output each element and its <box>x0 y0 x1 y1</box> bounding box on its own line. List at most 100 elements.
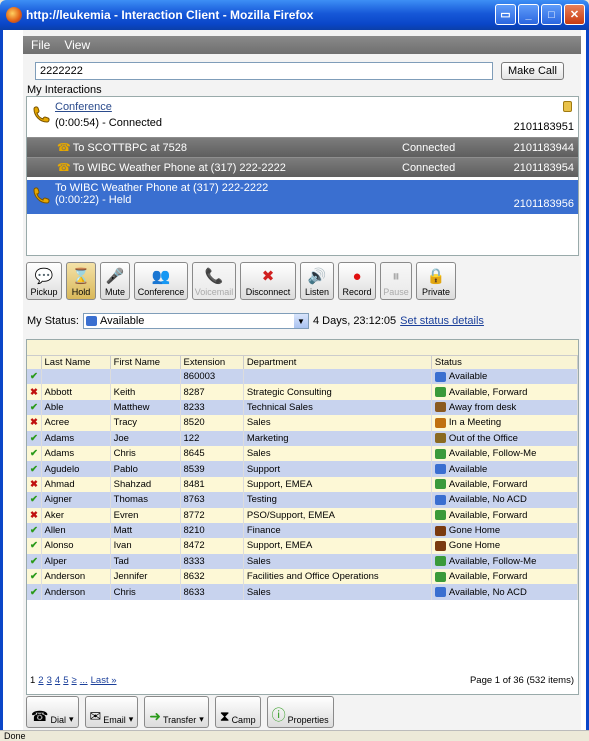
column-header[interactable]: First Name <box>110 356 181 369</box>
status-icon <box>434 387 446 398</box>
check-icon: ✔ <box>27 584 42 600</box>
leg-label: To SCOTTBPC at 7528 <box>72 141 188 154</box>
dial-input[interactable] <box>35 62 493 80</box>
email-button[interactable]: ✉ Email ▾ <box>84 696 139 728</box>
table-row[interactable]: ✔ Alper Tad 8333 Sales Available, Follow-Me <box>27 553 579 570</box>
private-button[interactable]: 🔒 Private <box>416 262 456 300</box>
info-icon: ⓘ <box>271 707 286 723</box>
table-row[interactable]: ✔ Anderson Chris 8633 Sales Available, No ACD <box>27 584 579 600</box>
transfer-button[interactable]: ➜ Transfer ▾ <box>144 696 209 728</box>
pause-icon: ⏸ <box>392 267 400 285</box>
status-text: Gone Home <box>448 525 501 537</box>
chevron-down-icon[interactable]: ▾ <box>69 714 74 725</box>
cell-first: Chris <box>110 584 181 600</box>
voicemail-button[interactable]: 📞 Voicemail <box>192 262 236 300</box>
phone-icon <box>33 187 50 204</box>
mute-button[interactable]: 🎤 Mute <box>100 262 130 300</box>
menu-view[interactable]: View <box>64 38 90 52</box>
table-row[interactable]: ✔ Able Matthew 8233 Technical Sales Away from… <box>27 399 579 416</box>
column-header[interactable] <box>27 356 42 369</box>
status-text: Available, Follow-Me <box>448 448 537 460</box>
chevron-down-icon[interactable]: ▼ <box>293 314 308 328</box>
table-row[interactable]: ✖ Ahmad Shahzad 8481 Support, EMEA Available,… <box>27 476 579 493</box>
available-status-icon <box>85 316 97 326</box>
page-link[interactable]: 2 <box>38 675 43 686</box>
table-row[interactable]: ✔ Anderson Jennifer 8632 Facilities and Offi… <box>27 569 579 585</box>
check-icon: ✔ <box>27 538 42 554</box>
table-row[interactable]: ✖ Abbott Keith 8287 Strategic Consulting Avai… <box>27 384 579 400</box>
cell-dept: Support, EMEA <box>243 538 432 554</box>
status-text: Out of the Office <box>448 432 518 444</box>
properties-button[interactable]: ⓘ Properties <box>266 696 334 728</box>
check-icon: ✔ <box>27 430 42 446</box>
chevron-down-icon[interactable]: ▾ <box>129 714 134 725</box>
phone-icon: ☎ <box>57 142 71 154</box>
pickup-button[interactable]: 💬 Pickup <box>26 262 62 300</box>
status-text: Available, Forward <box>448 571 528 583</box>
page-link[interactable]: ≥ <box>71 675 76 686</box>
interaction-client: File View Make Call My Interactions Conf… <box>23 30 581 730</box>
conference-interaction[interactable]: Conference (0:00:54) - Connected 2101183… <box>27 97 578 137</box>
conference-label: Conference <box>137 287 185 297</box>
table-row[interactable]: ✔ Aigner Thomas 8763 Testing Available, No AC… <box>27 492 579 508</box>
cell-ext: 8233 <box>180 399 244 416</box>
table-row[interactable]: ✔ 860003 Available <box>27 369 579 385</box>
close-button[interactable]: ✕ <box>564 4 585 25</box>
cell-dept: Sales <box>243 415 432 431</box>
maximize-button[interactable]: □ <box>541 4 562 25</box>
pause-button[interactable]: ⏸ Pause <box>380 262 412 300</box>
restore-icon[interactable]: ▭ <box>495 4 516 25</box>
dial-label: Dial <box>50 715 66 725</box>
x-icon: ✖ <box>27 507 42 523</box>
disconnect-button[interactable]: ✖ Disconnect <box>240 262 296 300</box>
status-icon <box>434 464 446 475</box>
cell-first: Tracy <box>110 415 181 431</box>
held-label: To WIBC Weather Phone at (317) 222-2222 <box>55 182 269 194</box>
page-link[interactable]: 3 <box>47 675 52 686</box>
table-row[interactable]: ✖ Acree Tracy 8520 Sales In a Meeting <box>27 415 579 431</box>
status-select[interactable]: Available ▼ <box>82 313 309 329</box>
table-row[interactable]: ✔ Alonso Ivan 8472 Support, EMEA Gone Home <box>27 538 579 554</box>
table-row[interactable]: ✔ Adams Chris 8645 Sales Available, Follow-Me <box>27 445 579 462</box>
make-call-button[interactable]: Make Call <box>501 62 564 80</box>
check-icon: ✔ <box>27 445 42 462</box>
column-header[interactable]: Department <box>243 356 432 369</box>
cell-ext: 8333 <box>180 553 244 570</box>
table-row[interactable]: ✔ Allen Matt 8210 Finance Gone Home <box>27 522 579 539</box>
conference-title[interactable]: Conference <box>55 101 576 113</box>
cell-first: Joe <box>110 430 181 446</box>
table-row[interactable]: ✖ Aker Evren 8772 PSO/Support, EMEA Available… <box>27 507 579 523</box>
page-link[interactable]: 4 <box>55 675 60 686</box>
held-interaction[interactable]: To WIBC Weather Phone at (317) 222-2222 … <box>27 180 578 214</box>
set-status-details-link[interactable]: Set status details <box>400 315 484 327</box>
cell-last: Acree <box>41 415 111 431</box>
cell-dept: Sales <box>243 584 432 600</box>
minimize-button[interactable]: _ <box>518 4 539 25</box>
conference-leg[interactable]: ☎ To SCOTTBPC at 7528 Connected 21011839… <box>27 137 578 157</box>
hold-button[interactable]: ⌛ Hold <box>66 262 96 300</box>
column-header[interactable]: Extension <box>180 356 244 369</box>
conference-leg[interactable]: ☎ To WIBC Weather Phone at (317) 222-222… <box>27 157 578 177</box>
cell-last: Abbott <box>41 384 111 400</box>
dial-pad-icon: ☎ <box>31 708 49 724</box>
table-row[interactable]: ✔ Adams Joe 122 Marketing Out of the Office <box>27 430 579 446</box>
company-directory: Last Name First Name Extension Department St… <box>26 339 579 695</box>
camp-button[interactable]: ⧗ Camp <box>214 696 261 728</box>
page-link[interactable]: 1 <box>30 675 35 686</box>
status-icon <box>434 479 446 490</box>
column-header[interactable]: Last Name <box>41 356 111 369</box>
page-link[interactable]: ... <box>80 675 88 686</box>
record-button[interactable]: ● Record <box>338 262 376 300</box>
page-link[interactable]: Last » <box>91 675 117 686</box>
conference-button[interactable]: 👥 Conference <box>134 262 188 300</box>
speech-bubble-icon: 💬 <box>34 268 54 285</box>
listen-button[interactable]: 🔊 Listen <box>300 262 334 300</box>
column-header[interactable]: Status <box>431 356 579 369</box>
menu-file[interactable]: File <box>31 38 50 52</box>
table-row[interactable]: ✔ Agudelo Pablo 8539 Support Available <box>27 461 579 477</box>
cell-dept <box>243 369 432 385</box>
chevron-down-icon[interactable]: ▾ <box>199 714 204 725</box>
dial-button[interactable]: ☎ Dial ▾ <box>26 696 79 728</box>
page-link[interactable]: 5 <box>63 675 68 686</box>
cell-dept: Strategic Consulting <box>243 384 432 400</box>
